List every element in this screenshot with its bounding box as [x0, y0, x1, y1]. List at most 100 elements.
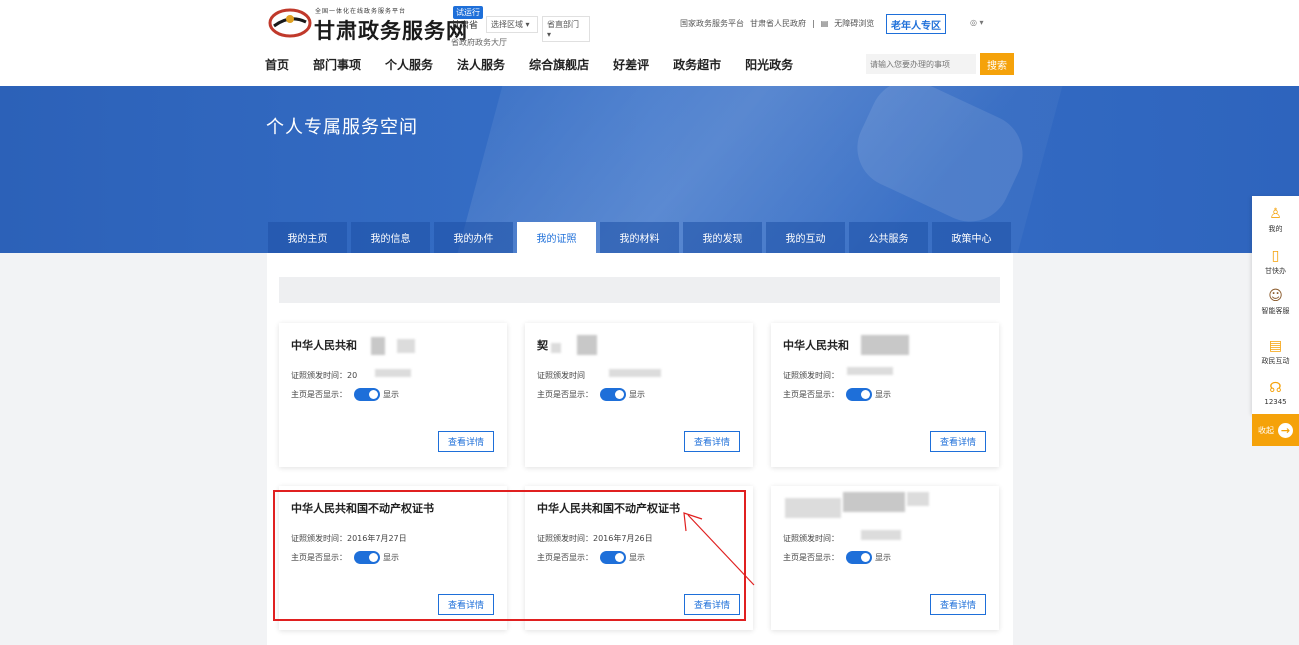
accessibility-link[interactable]: 无障碍浏览 [834, 18, 874, 29]
show-on-home-label: 主页是否显示： [783, 390, 839, 399]
page-title: 个人专属服务空间 [266, 117, 418, 138]
sidebar-item-gankuaiban[interactable]: ▯ 甘快办 [1252, 248, 1299, 276]
sidebar-item-label: 智能客服 [1261, 307, 1290, 315]
view-details-button[interactable]: 查看详情 [930, 594, 986, 615]
sidebar-item-smart-service[interactable]: ☺ 智能客服 [1252, 288, 1299, 316]
elder-zone-button[interactable]: 老年人专区 [886, 14, 946, 34]
nav-item-review[interactable]: 好差评 [613, 56, 649, 73]
issue-date: 证照颁发时间：20 [291, 370, 357, 381]
site-logo-text[interactable]: 甘肃政务服务网 [314, 15, 468, 45]
redacted-block [843, 492, 905, 512]
user-icon: ◎ [970, 18, 977, 27]
sidebar-collapse-button[interactable]: 收起 → [1252, 414, 1299, 446]
certificate-card: 中华人民共和 证照颁发时间： 主页是否显示： 显示 查看详情 [771, 323, 999, 467]
user-menu[interactable]: ◎ ▾ [970, 18, 984, 27]
tab-materials[interactable]: 我的材料 [600, 222, 679, 253]
area-select-label: 选择区域 [491, 20, 523, 29]
show-on-home-label: 主页是否显示： [783, 553, 839, 562]
tab-cases[interactable]: 我的办件 [434, 222, 513, 253]
tab-info[interactable]: 我的信息 [351, 222, 430, 253]
view-details-button[interactable]: 查看详情 [684, 431, 740, 452]
tab-certificates[interactable]: 我的证照 [517, 222, 596, 253]
dept-select[interactable]: 省直部门 ▾ [542, 16, 590, 42]
gov-hall-link[interactable]: 省政府政务大厅 [451, 37, 507, 48]
region-label: 甘肃省 [451, 21, 479, 31]
issue-date-label: 证照颁发时间： [291, 371, 347, 380]
show-on-home-toggle[interactable] [846, 388, 872, 401]
site-header: 全国一体化在线政务服务平台 甘肃政务服务网 试运行 甘肃省 选择区域 ▾ 省直部… [0, 0, 1299, 86]
nav-item-flagship[interactable]: 综合旗舰店 [529, 56, 589, 73]
certificate-card: 证照颁发时间： 主页是否显示： 显示 查看详情 [771, 486, 999, 630]
show-on-home-toggle[interactable] [354, 388, 380, 401]
redacted-block [375, 369, 411, 377]
issue-date-label: 证照颁发时间： [783, 534, 839, 543]
issue-date-label: 证照颁发时间 [537, 371, 585, 380]
tab-home[interactable]: 我的主页 [268, 222, 347, 253]
main-nav: 首页 部门事项 个人服务 法人服务 综合旗舰店 好差评 政务超市 阳光政务 [265, 56, 817, 73]
nav-item-dept[interactable]: 部门事项 [313, 56, 361, 73]
issue-date: 证照颁发时间： [783, 533, 839, 544]
link-divider: | [812, 19, 815, 28]
phone-icon: ▯ [1271, 248, 1280, 264]
show-on-home-label: 主页是否显示： [291, 390, 347, 399]
nav-item-personal[interactable]: 个人服务 [385, 56, 433, 73]
tab-public-service[interactable]: 公共服务 [849, 222, 928, 253]
redacted-block [609, 369, 661, 377]
nav-item-home[interactable]: 首页 [265, 56, 289, 73]
redacted-block [907, 492, 929, 506]
toggle-state-label: 显示 [875, 553, 891, 562]
nav-item-market[interactable]: 政务超市 [673, 56, 721, 73]
chevron-down-icon: ▾ [979, 18, 984, 27]
view-details-button[interactable]: 查看详情 [438, 431, 494, 452]
redacted-block [847, 367, 893, 375]
sidebar-item-label: 甘快办 [1265, 267, 1286, 275]
toggle-state-label: 显示 [629, 390, 645, 399]
show-on-home-label: 主页是否显示： [537, 390, 593, 399]
certificate-title: 中华人民共和 [783, 339, 849, 352]
space-tabs: 我的主页 我的信息 我的办件 我的证照 我的材料 我的发现 我的互动 公共服务 … [268, 222, 1015, 253]
redacted-block [861, 335, 909, 355]
certificate-title: 契 [537, 339, 548, 352]
redacted-block [397, 339, 415, 353]
show-on-home-toggle[interactable] [846, 551, 872, 564]
collapse-label: 收起 [1258, 425, 1274, 435]
redacted-block [371, 337, 385, 355]
nav-item-sunshine[interactable]: 阳光政务 [745, 56, 793, 73]
search-input[interactable] [866, 54, 976, 74]
logo-subtitle: 全国一体化在线政务服务平台 [315, 8, 407, 15]
annotation-arrow-icon [683, 512, 755, 586]
filter-bar [279, 277, 1000, 303]
sidebar-item-interaction[interactable]: ▤ 政民互动 [1252, 338, 1299, 366]
toggle-state-label: 显示 [383, 390, 399, 399]
sidebar-item-mine[interactable]: ♙ 我的 [1252, 206, 1299, 234]
top-links: 国家政务服务平台 甘肃省人民政府 | ▤ 无障碍浏览 [680, 18, 874, 29]
area-select[interactable]: 选择区域 ▾ [486, 16, 538, 33]
national-platform-link[interactable]: 国家政务服务平台 [680, 18, 744, 29]
tab-interaction[interactable]: 我的互动 [766, 222, 845, 253]
tab-discover[interactable]: 我的发现 [683, 222, 762, 253]
nav-item-legal[interactable]: 法人服务 [457, 56, 505, 73]
issue-date-label: 证照颁发时间： [783, 371, 839, 380]
redacted-block [577, 335, 597, 355]
view-details-button[interactable]: 查看详情 [930, 431, 986, 452]
site-logo-emblem-icon[interactable] [268, 8, 312, 38]
redacted-block [785, 498, 841, 518]
show-on-home-toggle[interactable] [600, 388, 626, 401]
accessibility-icon: ▤ [820, 19, 829, 28]
dept-select-label: 省直部门 [547, 20, 579, 29]
certificate-card: 中华人民共和 证照颁发时间：20 主页是否显示： 显示 查看详情 [279, 323, 507, 467]
sidebar-item-label: 12345 [1264, 398, 1287, 406]
sidebar-item-12345[interactable]: ☊ 12345 [1252, 380, 1299, 406]
sidebar-item-label: 政民互动 [1261, 357, 1290, 365]
redacted-block [861, 530, 901, 540]
headset-icon: ☊ [1269, 380, 1282, 396]
user-icon: ♙ [1269, 206, 1282, 222]
sidebar-item-label: 我的 [1268, 225, 1283, 233]
province-gov-link[interactable]: 甘肃省人民政府 [750, 18, 806, 29]
robot-icon: ☺ [1268, 288, 1283, 304]
tab-policy[interactable]: 政策中心 [932, 222, 1011, 253]
floating-sidebar: ♙ 我的 ▯ 甘快办 ☺ 智能客服 ▤ 政民互动 ☊ 12345 [1252, 196, 1299, 414]
chat-icon: ▤ [1268, 338, 1283, 354]
certificate-title: 中华人民共和 [291, 339, 357, 352]
search-button[interactable]: 搜索 [980, 53, 1014, 75]
